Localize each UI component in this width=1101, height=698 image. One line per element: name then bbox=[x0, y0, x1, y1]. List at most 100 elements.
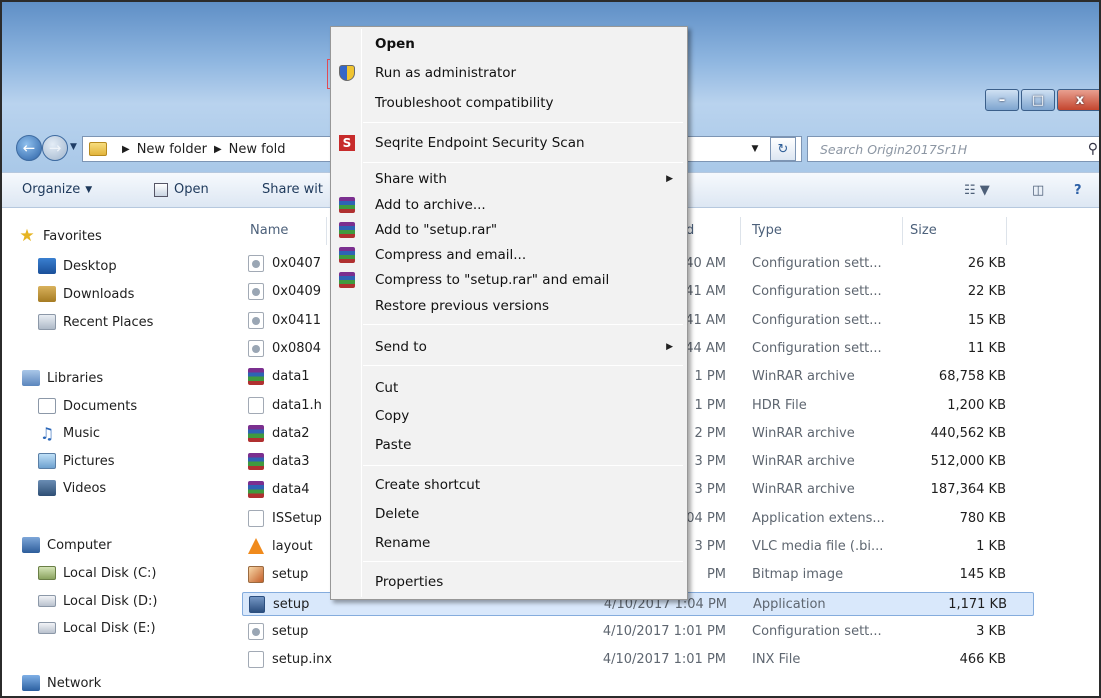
star-icon: ★ bbox=[19, 226, 35, 246]
file-row[interactable]: setup.inx 4/10/2017 1:01 PM INX File 466 KB bbox=[234, 648, 1014, 672]
file-type: VLC media file (.bi... bbox=[752, 539, 884, 554]
open-label: Open bbox=[174, 182, 209, 197]
nav-recent-places[interactable]: Recent Places bbox=[38, 311, 153, 333]
winrar-icon bbox=[248, 368, 264, 386]
file-name: data2 bbox=[272, 425, 310, 441]
share-label: Share wit bbox=[262, 182, 323, 197]
nav-libraries[interactable]: Libraries bbox=[22, 367, 103, 389]
maximize-button[interactable]: □ bbox=[1021, 89, 1055, 111]
breadcrumb-separator-icon[interactable]: ▶ bbox=[214, 144, 222, 155]
column-header-size[interactable]: Size bbox=[910, 223, 937, 238]
winrar-icon bbox=[339, 197, 355, 213]
nav-local-disk-c[interactable]: Local Disk (C:) bbox=[38, 562, 156, 584]
application-icon bbox=[249, 595, 265, 613]
menu-item-copy[interactable]: Copy bbox=[375, 403, 409, 429]
address-dropdown-icon[interactable]: ▼ bbox=[744, 138, 766, 160]
nav-label: Downloads bbox=[63, 286, 135, 302]
file-type: WinRAR archive bbox=[752, 482, 855, 498]
nav-local-disk-e[interactable]: Local Disk (E:) bbox=[38, 617, 156, 639]
nav-documents[interactable]: Documents bbox=[38, 395, 137, 417]
menu-item-delete[interactable]: Delete bbox=[375, 501, 419, 527]
history-dropdown-icon[interactable]: ▼ bbox=[70, 142, 77, 152]
column-separator[interactable] bbox=[740, 217, 741, 245]
back-button[interactable]: ← bbox=[16, 135, 42, 161]
file-type: HDR File bbox=[752, 397, 807, 413]
menu-separator bbox=[363, 465, 683, 466]
nav-videos[interactable]: Videos bbox=[38, 477, 106, 499]
file-type: Configuration sett... bbox=[752, 623, 882, 639]
menu-item-share-with[interactable]: Share with bbox=[375, 166, 447, 192]
forward-button[interactable]: → bbox=[42, 135, 68, 161]
minimize-button[interactable]: – bbox=[985, 89, 1019, 111]
breadcrumb-new-folder[interactable]: New folder bbox=[137, 142, 207, 157]
open-button[interactable]: Open bbox=[154, 182, 209, 197]
breadcrumb-separator-icon[interactable]: ▶ bbox=[122, 144, 130, 155]
menu-item-cut[interactable]: Cut bbox=[375, 375, 398, 401]
file-size: 466 KB bbox=[959, 652, 1006, 668]
file-type: Configuration sett... bbox=[752, 284, 882, 300]
file-size: 145 KB bbox=[959, 567, 1006, 583]
nav-desktop[interactable]: Desktop bbox=[38, 255, 117, 277]
file-name: setup bbox=[272, 567, 309, 583]
menu-item-troubleshoot-compatibility[interactable]: Troubleshoot compatibility bbox=[375, 90, 553, 116]
file-name: layout bbox=[272, 539, 313, 554]
nav-label: Local Disk (E:) bbox=[63, 620, 156, 636]
blank-file-icon bbox=[248, 396, 264, 414]
menu-item-add-to-archive[interactable]: Add to archive... bbox=[375, 192, 486, 218]
menu-item-rename[interactable]: Rename bbox=[375, 530, 430, 556]
menu-separator bbox=[363, 324, 683, 325]
share-with-button[interactable]: Share wit bbox=[262, 182, 323, 197]
file-name: 0x0804 bbox=[272, 340, 322, 356]
column-separator[interactable] bbox=[326, 217, 327, 245]
nav-network[interactable]: Network bbox=[22, 672, 101, 694]
disk-icon bbox=[38, 622, 56, 634]
breadcrumb-new-folder-2[interactable]: New fold bbox=[229, 142, 286, 157]
search-input[interactable]: Search Origin2017Sr1H ⚲ bbox=[807, 136, 1099, 162]
view-options-icon[interactable]: ☷ ▼ bbox=[964, 183, 990, 198]
column-header-type[interactable]: Type bbox=[752, 223, 782, 238]
nav-label: Libraries bbox=[47, 370, 104, 386]
seqrite-icon: S bbox=[339, 135, 355, 151]
menu-item-add-to-setup-rar[interactable]: Add to "setup.rar" bbox=[375, 217, 497, 243]
menu-item-open[interactable]: Open bbox=[375, 31, 415, 57]
nav-label: Local Disk (C:) bbox=[63, 565, 157, 581]
close-button[interactable]: x bbox=[1057, 89, 1099, 111]
column-separator[interactable] bbox=[1006, 217, 1007, 245]
menu-item-properties[interactable]: Properties bbox=[375, 569, 443, 595]
file-row[interactable]: setup 4/10/2017 1:01 PM Configuration sett… bbox=[234, 620, 1014, 644]
nav-local-disk-d[interactable]: Local Disk (D:) bbox=[38, 590, 157, 612]
file-date-modified: 4/10/2017 1:01 PM bbox=[602, 623, 726, 639]
nav-pictures[interactable]: Pictures bbox=[38, 450, 114, 472]
menu-item-paste[interactable]: Paste bbox=[375, 432, 411, 458]
column-separator[interactable] bbox=[902, 217, 903, 245]
nav-downloads[interactable]: Downloads bbox=[38, 283, 134, 305]
config-icon bbox=[248, 283, 264, 301]
menu-item-run-as-administrator[interactable]: Run as administrator bbox=[375, 60, 516, 86]
file-size: 187,364 KB bbox=[930, 482, 1006, 498]
menu-item-send-to[interactable]: Send to bbox=[375, 334, 427, 360]
file-size: 440,562 KB bbox=[930, 425, 1006, 441]
organize-label: Organize bbox=[22, 182, 81, 197]
file-type: Configuration sett... bbox=[752, 340, 882, 356]
column-header-name[interactable]: Name bbox=[250, 223, 288, 238]
menu-item-compress-and-email[interactable]: Compress and email... bbox=[375, 242, 526, 268]
navigation-pane: ★ Favorites Desktop Downloads Recent Pla… bbox=[2, 209, 234, 696]
nav-music[interactable]: ♫ Music bbox=[38, 422, 100, 444]
help-icon[interactable]: ? bbox=[1074, 183, 1082, 198]
config-icon bbox=[248, 255, 264, 272]
preview-pane-icon[interactable]: ◫ bbox=[1032, 183, 1044, 198]
menu-item-restore-previous-versions[interactable]: Restore previous versions bbox=[375, 293, 549, 319]
menu-item-create-shortcut[interactable]: Create shortcut bbox=[375, 472, 480, 498]
search-icon[interactable]: ⚲ bbox=[1088, 141, 1098, 157]
file-type: Configuration sett... bbox=[752, 312, 882, 328]
dll-icon bbox=[248, 509, 264, 527]
pictures-icon bbox=[38, 453, 56, 469]
submenu-arrow-icon: ▶ bbox=[666, 342, 673, 352]
menu-item-compress-to-setup-rar-email[interactable]: Compress to "setup.rar" and email bbox=[375, 267, 609, 293]
organize-button[interactable]: Organize ▼ bbox=[22, 182, 92, 197]
refresh-button[interactable]: ↻ bbox=[770, 137, 796, 161]
nav-computer[interactable]: Computer bbox=[22, 534, 112, 556]
nav-favorites[interactable]: ★ Favorites bbox=[18, 225, 101, 247]
menu-item-seqrite-scan[interactable]: Seqrite Endpoint Security Scan bbox=[375, 130, 585, 156]
file-size: 11 KB bbox=[967, 340, 1006, 356]
